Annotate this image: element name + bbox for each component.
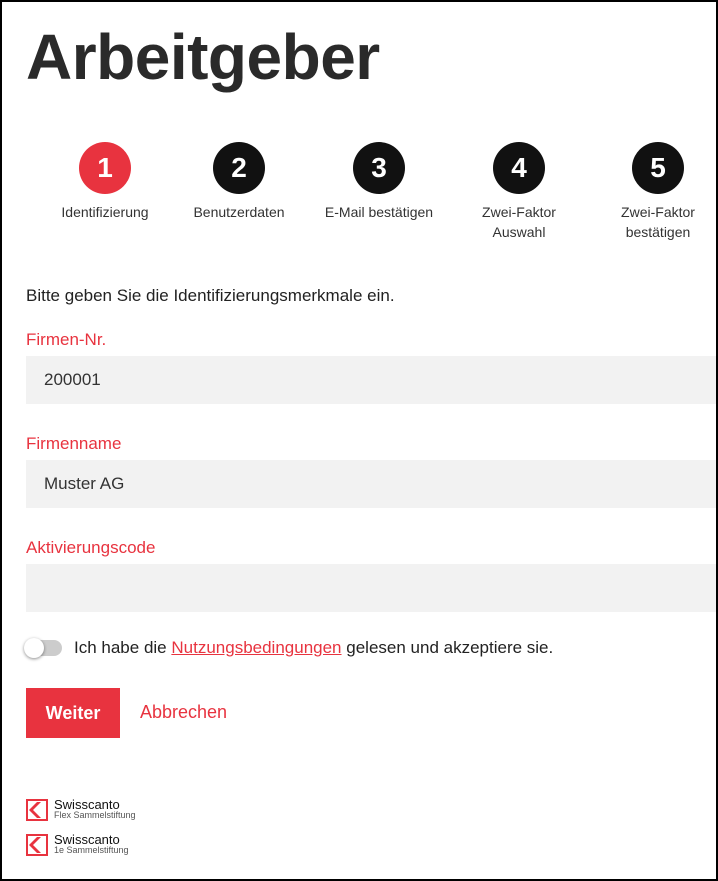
- step-3-label: E-Mail bestätigen: [324, 204, 434, 220]
- activation-code-field[interactable]: [26, 564, 716, 612]
- step-4-label-line1: Zwei-Faktor: [482, 204, 556, 220]
- step-5-label-line1: Zwei-Faktor: [621, 204, 695, 220]
- step-2-number: 2: [213, 142, 265, 194]
- toggle-knob: [24, 638, 44, 658]
- company-name-value: Muster AG: [44, 474, 125, 493]
- step-5-label: Zwei-Faktor bestätigen: [593, 202, 716, 242]
- step-2-label: Benutzerdaten: [193, 204, 285, 220]
- company-number-value: 200001: [44, 370, 101, 389]
- logo-1-sub: Flex Sammelstiftung: [54, 810, 136, 820]
- swisscanto-mark-icon: [26, 799, 48, 821]
- company-name-field[interactable]: Muster AG: [26, 460, 716, 508]
- step-3: 3 E-Mail bestätigen: [314, 142, 444, 222]
- step-3-number: 3: [353, 142, 405, 194]
- terms-toggle[interactable]: [24, 638, 62, 658]
- terms-suffix: gelesen und akzeptiere sie.: [346, 638, 554, 657]
- swisscanto-flex-logo: Swisscanto Flex Sammelstiftung: [26, 797, 136, 821]
- company-name-label: Firmenname: [26, 434, 122, 453]
- logo-2-name: Swisscanto: [54, 832, 120, 847]
- next-button[interactable]: Weiter: [26, 688, 120, 738]
- logo-1-name: Swisscanto: [54, 797, 120, 812]
- terms-row: Ich habe die Nutzungsbedingungen gelesen…: [24, 638, 554, 658]
- step-2: 2 Benutzerdaten: [174, 142, 304, 222]
- logo-2-sub: 1e Sammelstiftung: [54, 845, 129, 855]
- step-4-number: 4: [493, 142, 545, 194]
- step-4: 4 Zwei-Faktor Auswahl: [454, 142, 584, 242]
- step-5: 5 Zwei-Faktor bestätigen: [593, 142, 716, 242]
- intro-text: Bitte geben Sie die Identifizierungsmerk…: [26, 286, 395, 305]
- step-5-number: 5: [632, 142, 684, 194]
- step-1-number: 1: [79, 142, 131, 194]
- company-number-label: Firmen-Nr.: [26, 330, 107, 349]
- terms-prefix: Ich habe die: [74, 638, 167, 657]
- swisscanto-mark-icon: [26, 834, 48, 856]
- step-5-label-line2: bestätigen: [625, 224, 691, 240]
- company-number-field[interactable]: 200001: [26, 356, 716, 404]
- swisscanto-1e-logo: Swisscanto 1e Sammelstiftung: [26, 832, 129, 856]
- page-title: Arbeitgeber: [26, 21, 380, 93]
- step-1-label: Identifizierung: [61, 204, 149, 220]
- employer-registration-panel: Arbeitgeber 1 Identifizierung 2 Benutzer…: [0, 0, 718, 881]
- terms-link[interactable]: Nutzungsbedingungen: [171, 638, 341, 658]
- step-4-label: Zwei-Faktor Auswahl: [454, 202, 584, 242]
- activation-code-label: Aktivierungscode: [26, 538, 156, 557]
- step-1: 1 Identifizierung: [40, 142, 170, 222]
- step-4-label-line2: Auswahl: [492, 224, 546, 240]
- cancel-button[interactable]: Abbrechen: [140, 702, 227, 723]
